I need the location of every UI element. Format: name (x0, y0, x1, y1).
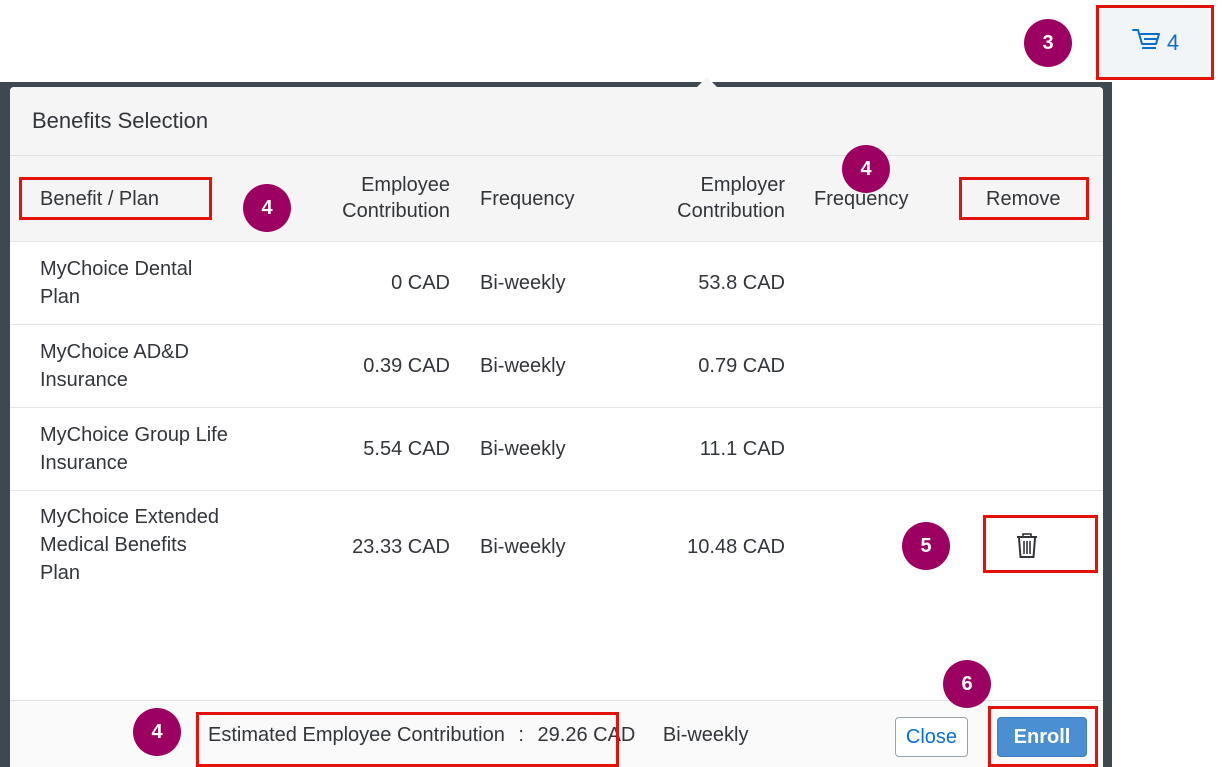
employee-contribution: 5.54 CAD (363, 438, 450, 460)
annotation-badge-3: 3 (1024, 19, 1072, 67)
annotation-box-enroll (988, 706, 1098, 767)
frequency: Bi-weekly (480, 355, 566, 377)
annotation-box-trash (983, 515, 1098, 573)
estimate-frequency: Bi-weekly (662, 724, 749, 746)
employer-contribution: 0.79 CAD (698, 355, 785, 377)
employer-contribution: 10.48 CAD (687, 536, 785, 558)
employee-contribution: 0 CAD (391, 272, 450, 294)
employee-contribution: 23.33 CAD (352, 536, 450, 558)
column-employee-contribution: Employee Contribution (342, 174, 450, 222)
annotation-badge-6: 6 (943, 660, 991, 708)
annotation-badge-4-header: 4 (243, 184, 291, 232)
benefit-name: MyChoice Dental Plan (40, 258, 193, 308)
annotation-box-estimate (196, 712, 619, 767)
annotation-box-benefit-plan (19, 177, 212, 220)
annotation-box-cart (1096, 5, 1214, 80)
frequency: Bi-weekly (480, 438, 566, 460)
benefit-name: MyChoice AD&D Insurance (40, 341, 189, 391)
annotation-badge-4-frequency: 4 (842, 145, 890, 193)
employee-contribution: 0.39 CAD (363, 355, 450, 377)
benefit-name: MyChoice Extended Medical Benefits Plan (40, 506, 219, 584)
employer-contribution: 11.1 CAD (699, 438, 785, 460)
table-row[interactable]: MyChoice Group Life Insurance 5.54 CAD B… (10, 408, 1103, 491)
table-row[interactable]: MyChoice AD&D Insurance 0.39 CAD Bi-week… (10, 325, 1103, 408)
close-button[interactable]: Close (895, 717, 968, 757)
dialog-title: Benefits Selection (32, 108, 209, 133)
annotation-box-remove (959, 177, 1089, 220)
annotation-badge-4-footer: 4 (133, 708, 181, 756)
employer-contribution: 53.8 CAD (698, 272, 785, 294)
table-row[interactable]: MyChoice Dental Plan 0 CAD Bi-weekly 53.… (10, 242, 1103, 325)
column-employer-contribution: Employer Contribution (677, 174, 785, 222)
dialog-header: Benefits Selection (10, 87, 1103, 156)
frequency: Bi-weekly (480, 272, 566, 294)
column-frequency: Frequency (480, 188, 575, 210)
annotation-badge-5: 5 (902, 522, 950, 570)
frequency: Bi-weekly (480, 536, 566, 558)
popover-arrow (697, 77, 717, 87)
benefit-name: MyChoice Group Life Insurance (40, 424, 228, 474)
